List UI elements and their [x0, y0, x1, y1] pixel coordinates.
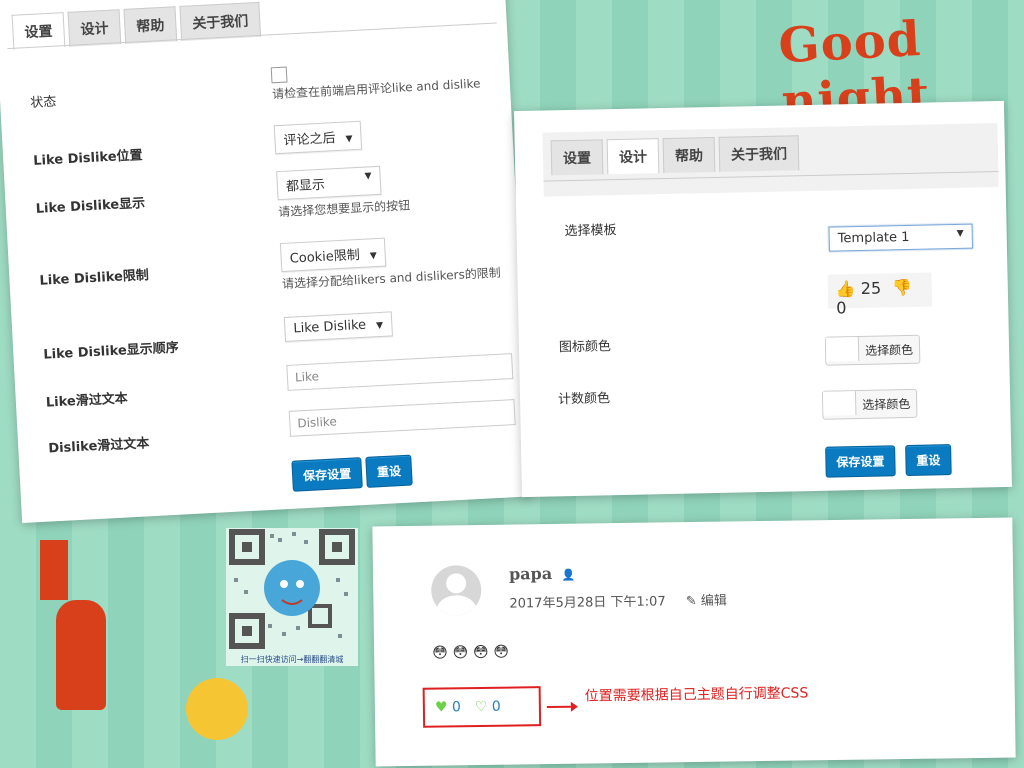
qr-code-image — [229, 529, 355, 649]
edit-link[interactable]: 编辑 — [701, 594, 727, 609]
hat-illustration — [40, 540, 68, 600]
like-count: 0 — [451, 699, 461, 716]
display-value: 都显示 — [285, 177, 326, 195]
broken-heart-icon: ♡ — [474, 698, 488, 716]
tab-settings[interactable]: 设置 — [550, 139, 604, 176]
order-label: Like Dislike显示顺序 — [43, 340, 180, 363]
tab-design[interactable]: 设计 — [67, 9, 122, 47]
tab-design[interactable]: 设计 — [606, 138, 660, 175]
display-select[interactable]: 都显示 ▼ — [276, 165, 382, 201]
status-hint: 请检查在前端启用评论like and dislike — [271, 76, 481, 102]
icon-color-picker[interactable]: 选择颜色 — [824, 334, 921, 366]
comment-author[interactable]: papa 👤 — [509, 564, 576, 584]
template-preview: 👍 25 👎 0 — [827, 272, 933, 317]
position-label: Like Dislike位置 — [32, 148, 143, 169]
heart-icon: ♥ — [434, 699, 448, 716]
save-button[interactable]: 保存设置 — [825, 445, 896, 478]
thumbs-up-icon: 👍 — [835, 279, 856, 299]
color-swatch — [825, 337, 860, 362]
status-label: 状态 — [29, 94, 57, 111]
dislike-count: 0 — [491, 698, 501, 715]
avatar — [430, 564, 482, 616]
dislike-hover-label: Dislike滑过文本 — [47, 436, 150, 457]
like-hover-label: Like滑过文本 — [45, 391, 129, 411]
icon-color-label: 图标颜色 — [558, 339, 612, 356]
save-button[interactable]: 保存设置 — [291, 457, 363, 492]
chevron-down-icon: ▼ — [345, 134, 353, 145]
reset-button[interactable]: 重设 — [365, 454, 413, 488]
arrow-right-icon — [546, 701, 578, 712]
chick-illustration — [186, 678, 248, 740]
chevron-down-icon: ▼ — [956, 228, 964, 239]
comment-preview-panel: papa 👤 2017年5月28日 下午1:07 ✎ 编辑 😳 😳 😳 😳 ♥ … — [372, 517, 1016, 767]
position-value: 评论之后 — [283, 131, 336, 149]
settings-panel: 设置 设计 帮助 关于我们 状态 请检查在前端启用评论like and disl… — [0, 0, 532, 523]
chevron-down-icon: ▼ — [375, 320, 384, 332]
like-button[interactable]: ♥ 0 — [435, 699, 461, 715]
like-hover-input[interactable]: Like — [286, 353, 514, 391]
chevron-down-icon: ▼ — [369, 251, 378, 262]
status-checkbox[interactable] — [270, 66, 288, 84]
count-color-label: 计数颜色 — [557, 391, 611, 408]
color-swatch — [822, 391, 857, 416]
pencil-icon: ✎ — [685, 593, 697, 610]
author-name: papa — [508, 563, 553, 584]
thumbs-down-icon: 👎 — [892, 277, 913, 298]
tab-settings[interactable]: 设置 — [11, 12, 66, 50]
template-label: 选择模板 — [564, 223, 617, 240]
reset-button[interactable]: 重设 — [905, 444, 952, 477]
template-value: Template 1 — [837, 229, 910, 247]
order-select[interactable]: Like Dislike ▼ — [283, 311, 393, 342]
display-hint: 请选择您想要显示的按钮 — [277, 198, 411, 220]
qr-code: 扫一扫快速访问→翻翻翻清城 — [226, 528, 358, 666]
position-select[interactable]: 评论之后 ▼ — [273, 120, 363, 155]
preview-like-count: 25 — [860, 278, 882, 298]
order-value: Like Dislike — [293, 317, 367, 337]
pick-color-label: 选择颜色 — [862, 396, 911, 412]
user-icon: 👤 — [561, 568, 576, 582]
limit-select[interactable]: Cookie限制 ▼ — [279, 237, 387, 273]
pick-color-label: 选择颜色 — [864, 342, 914, 358]
like-dislike-box: ♥ 0 ♡ 0 — [422, 686, 542, 728]
dislike-hover-input[interactable]: Dislike — [288, 399, 516, 437]
character-body-illustration — [56, 600, 106, 710]
display-label: Like Dislike显示 — [35, 196, 146, 217]
dislike-button[interactable]: ♡ 0 — [475, 699, 501, 715]
chevron-down-icon: ▼ — [364, 171, 372, 182]
comment-emojis: 😳 😳 😳 😳 — [431, 642, 510, 662]
css-annotation: 位置需要根据自己主题自行调整CSS — [584, 685, 809, 705]
tab-about[interactable]: 关于我们 — [718, 135, 800, 172]
settings-tabs: 设置 设计 帮助 关于我们 — [11, 1, 262, 50]
tab-help[interactable]: 帮助 — [662, 136, 716, 174]
comment-date[interactable]: 2017年5月28日 下午1:07 — [509, 594, 665, 611]
preview-dislike-count: 0 — [836, 298, 847, 318]
limit-label: Like Dislike限制 — [39, 268, 150, 289]
design-tabs: 设置 设计 帮助 关于我们 — [550, 135, 800, 176]
design-panel: 设置 设计 帮助 关于我们 选择模板 Template 1 ▼ 👍 25 👎 0 … — [514, 100, 1012, 498]
comment-meta: 2017年5月28日 下午1:07 ✎ 编辑 — [509, 590, 727, 612]
qr-caption: 扫一扫快速访问→翻翻翻清城 — [240, 655, 344, 664]
limit-value: Cookie限制 — [289, 247, 361, 267]
template-select[interactable]: Template 1 ▼ — [828, 223, 973, 252]
count-color-picker[interactable]: 选择颜色 — [821, 388, 918, 420]
tab-help[interactable]: 帮助 — [123, 6, 178, 44]
